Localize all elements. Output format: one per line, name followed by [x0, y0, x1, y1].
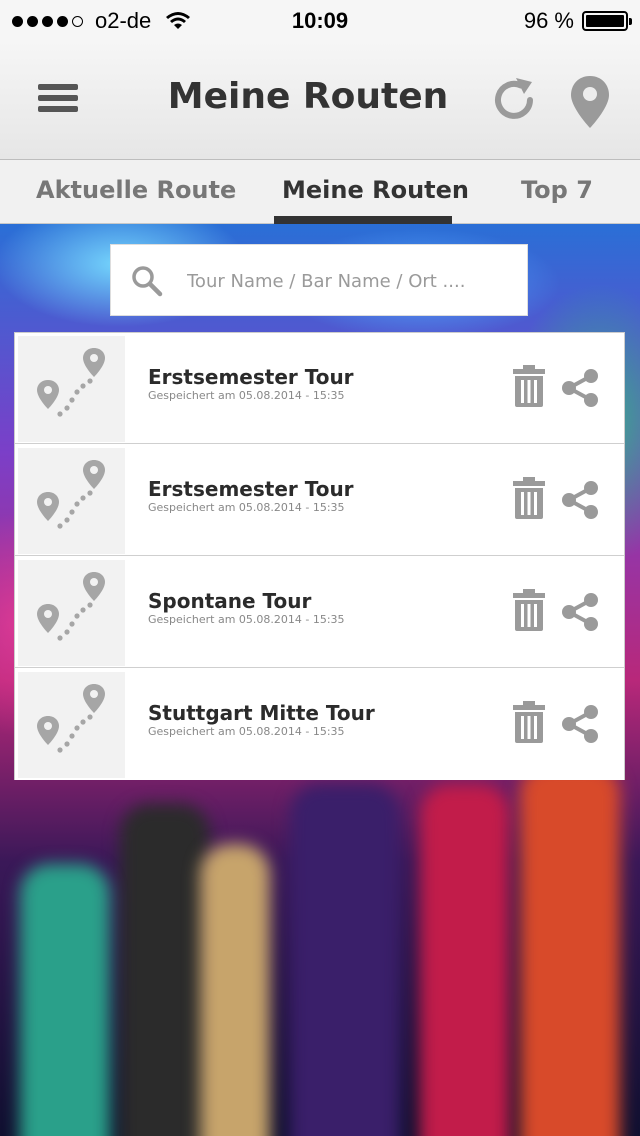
- location-pin-icon[interactable]: [568, 74, 612, 130]
- route-saved-date: Gespeichert am 05.08.2014 - 15:35: [148, 613, 345, 626]
- route-thumbnail: [18, 336, 125, 442]
- trash-icon[interactable]: [513, 365, 545, 407]
- route-saved-date: Gespeichert am 05.08.2014 - 15:35: [148, 501, 345, 514]
- trash-icon[interactable]: [513, 589, 545, 631]
- route-row[interactable]: Erstsemester Tour Gespeichert am 05.08.2…: [15, 333, 624, 444]
- status-right: 96 %: [523, 8, 632, 34]
- tab-aktuelle-route[interactable]: Aktuelle Route: [36, 176, 236, 204]
- refresh-icon[interactable]: [490, 76, 538, 124]
- route-thumbnail: [18, 672, 125, 778]
- route-title: Erstsemester Tour: [148, 365, 354, 389]
- route-saved-date: Gespeichert am 05.08.2014 - 15:35: [148, 725, 345, 738]
- tab-top-7[interactable]: Top 7: [521, 176, 593, 204]
- route-thumbnail: [18, 448, 125, 554]
- share-icon[interactable]: [561, 705, 599, 743]
- search-icon: [132, 266, 163, 297]
- route-map-icon: [37, 348, 105, 417]
- search-bar: [110, 244, 528, 316]
- trash-icon[interactable]: [513, 701, 545, 743]
- battery-icon: [582, 11, 632, 31]
- route-row[interactable]: Erstsemester Tour Gespeichert am 05.08.2…: [15, 445, 624, 556]
- tab-meine-routen[interactable]: Meine Routen: [282, 176, 469, 204]
- active-tab-indicator: [274, 216, 452, 224]
- navigation-bar: Meine Routen: [0, 40, 640, 160]
- route-thumbnail: [18, 560, 125, 666]
- route-saved-date: Gespeichert am 05.08.2014 - 15:35: [148, 389, 345, 402]
- battery-percent: 96 %: [523, 8, 574, 33]
- route-map-icon: [37, 460, 105, 529]
- route-title: Erstsemester Tour: [148, 477, 354, 501]
- route-row[interactable]: Stuttgart Mitte Tour Gespeichert am 05.0…: [15, 669, 624, 780]
- trash-icon[interactable]: [513, 477, 545, 519]
- route-map-icon: [37, 684, 105, 753]
- route-list: Erstsemester Tour Gespeichert am 05.08.2…: [14, 332, 625, 780]
- route-map-icon: [37, 572, 105, 641]
- tab-bar: Aktuelle Route Meine Routen Top 7: [0, 160, 640, 224]
- route-title: Stuttgart Mitte Tour: [148, 701, 375, 725]
- route-title: Spontane Tour: [148, 589, 312, 613]
- search-input[interactable]: [187, 263, 507, 299]
- share-icon[interactable]: [561, 481, 599, 519]
- share-icon[interactable]: [561, 369, 599, 407]
- route-row[interactable]: Spontane Tour Gespeichert am 05.08.2014 …: [15, 557, 624, 668]
- share-icon[interactable]: [561, 593, 599, 631]
- status-bar: o2-de 10:09 96 %: [0, 0, 640, 40]
